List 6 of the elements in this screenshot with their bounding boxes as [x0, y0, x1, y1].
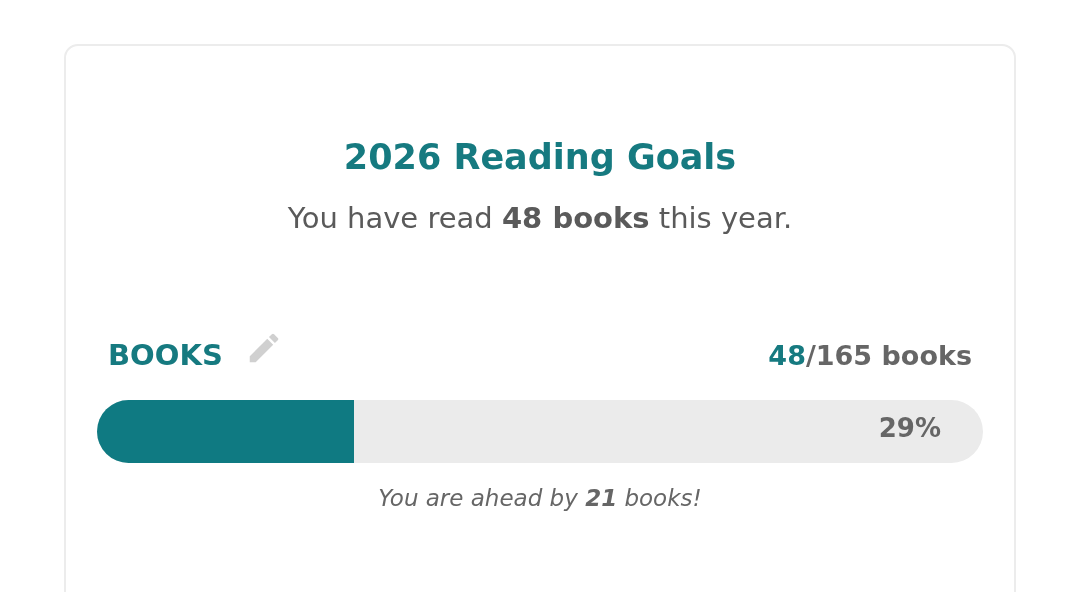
- pace-note: You are ahead by 21 books!: [377, 485, 703, 511]
- progress-percent: 29%: [878, 413, 941, 443]
- goal-label: BOOKS: [108, 338, 223, 372]
- reading-summary: You have read 48 books this year.: [286, 200, 794, 237]
- card-title: 2026 Reading Goals: [342, 136, 738, 179]
- book-count: 48/165 books: [768, 339, 972, 371]
